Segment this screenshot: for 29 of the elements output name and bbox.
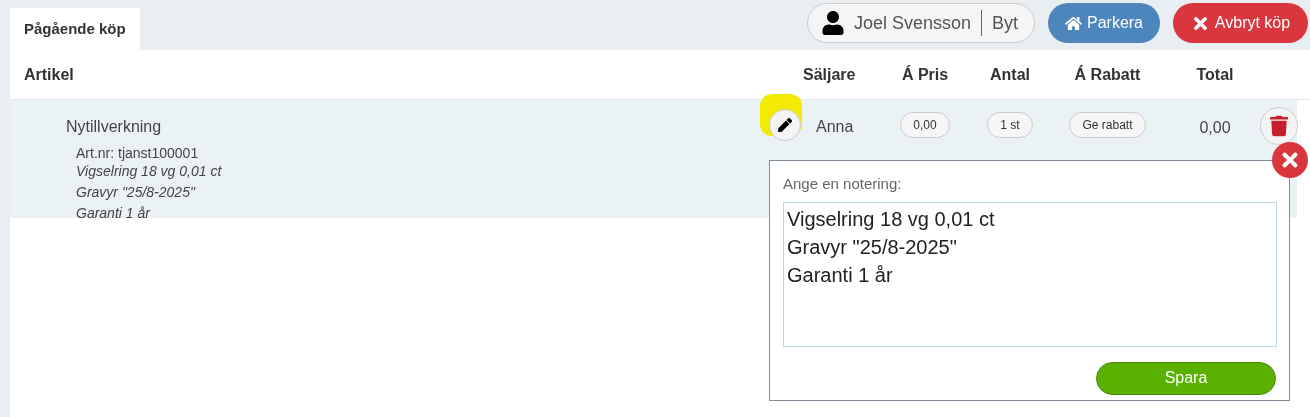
note-line: Gravyr "25/8-2025" <box>76 183 197 202</box>
article-name: Nytillverkning <box>66 117 163 137</box>
switch-label: Byt <box>992 11 1019 35</box>
user-name: Joel Svensson <box>854 11 972 35</box>
tab[interactable]: Pågående köp <box>10 8 140 50</box>
total-amount: 0,00 <box>1199 118 1231 138</box>
user-switch-button[interactable]: Joel Svensson Byt <box>807 3 1035 43</box>
column-header: Antal <box>990 65 1030 83</box>
note-line: Garanti 1 år <box>76 204 152 223</box>
article-number: Art.nr: tjanst100001 <box>76 145 200 161</box>
delete-button[interactable] <box>1260 107 1298 145</box>
column-header: Säljare <box>803 65 856 83</box>
user-icon <box>822 11 844 35</box>
seller-name: Anna <box>816 117 854 137</box>
column-header: Total <box>1196 65 1234 83</box>
note-label: Ange en notering: <box>783 174 903 194</box>
column-header: Á Rabatt <box>1074 65 1141 83</box>
pen-icon <box>778 118 792 132</box>
column-header: Á Pris <box>901 65 949 83</box>
trash-icon <box>1270 115 1288 137</box>
park-button[interactable]: Parkera <box>1048 3 1160 43</box>
quantity-button[interactable]: 1 st <box>987 112 1033 138</box>
column-header: Artikel <box>24 65 74 83</box>
home-icon <box>1065 14 1082 32</box>
discount-button[interactable]: Ge rabatt <box>1069 112 1146 138</box>
note-field[interactable]: Vigselring 18 vg 0,01 ct Gravyr "25/8-2025" Garanti 1 år <box>783 201 1277 347</box>
cancel-purchase-button[interactable]: Avbryt köp <box>1173 3 1308 43</box>
price-button[interactable]: 0,00 <box>900 112 950 138</box>
note-line: Vigselring 18 vg 0,01 ct <box>76 162 223 181</box>
